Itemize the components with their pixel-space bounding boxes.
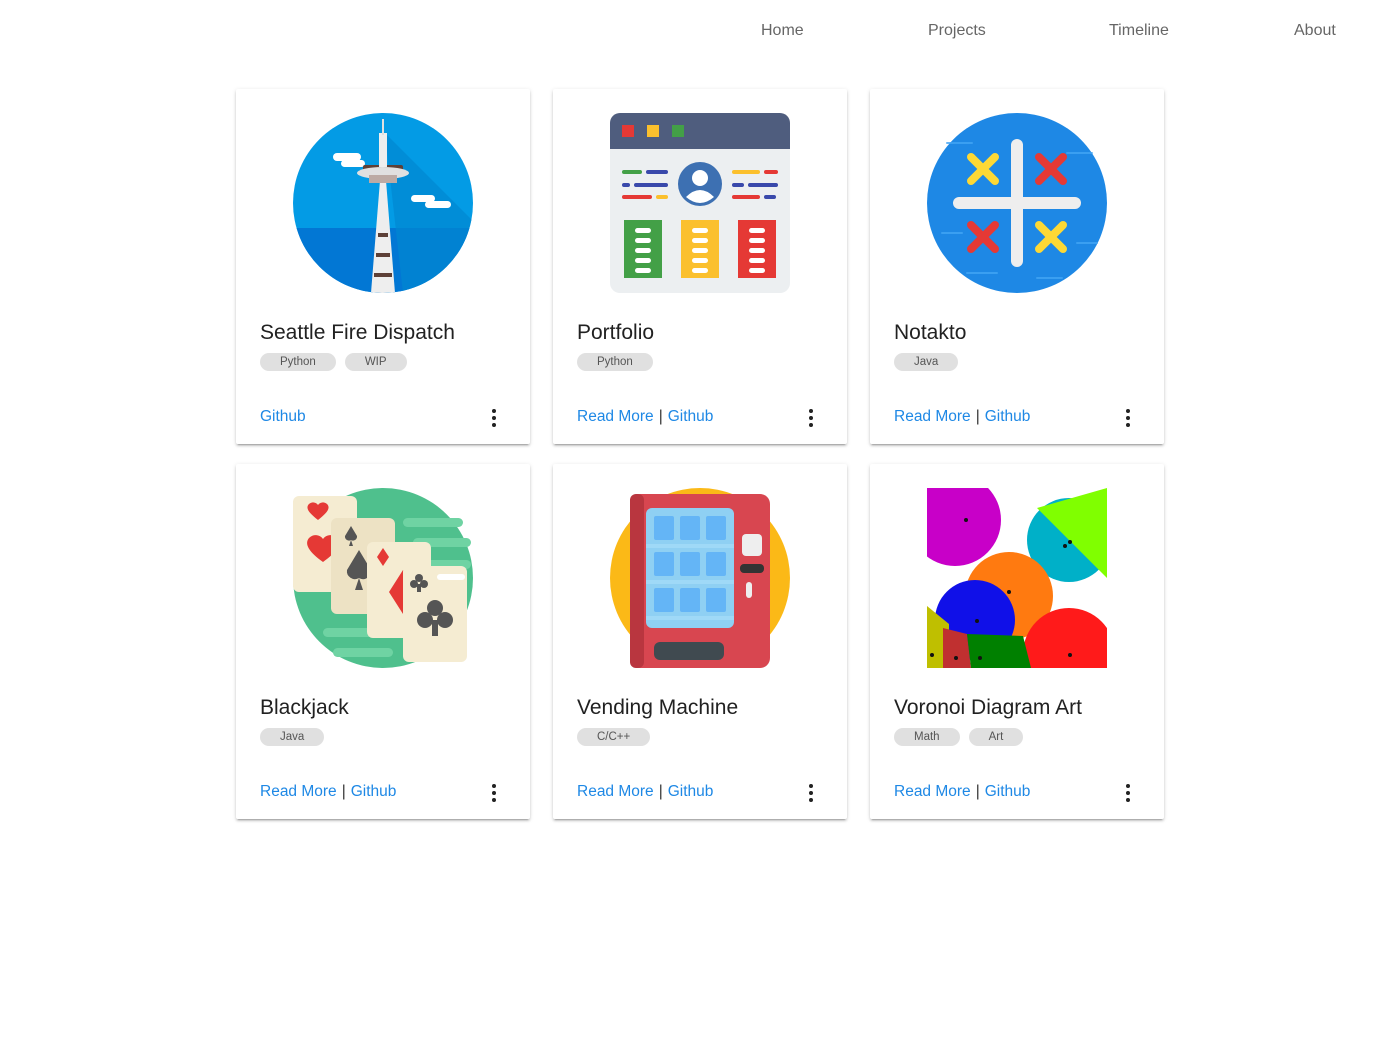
more-vert-icon [809,409,813,427]
link-separator: | [658,783,663,800]
read-more-link[interactable]: Read More [894,783,971,800]
read-more-link[interactable]: Read More [577,408,654,425]
more-options-button[interactable] [480,780,508,806]
nav-about-link[interactable]: About [1294,22,1336,40]
github-link[interactable]: Github [985,783,1031,800]
card-actions: Read More | Github [260,783,396,801]
more-options-button[interactable] [797,405,825,431]
web-profile-icon [610,113,790,293]
card-actions: Read More | Github [894,408,1030,426]
tag-chip: Math [894,728,960,746]
project-card-blackjack: Blackjack Java Read More | Github [236,464,530,819]
card-title: Voronoi Diagram Art [894,696,1082,719]
tag-chip: WIP [344,353,407,371]
more-options-button[interactable] [1114,405,1142,431]
tag-list: Python WIP [260,353,407,371]
card-actions: Read More | Github [894,783,1030,801]
project-card-vending-machine: Vending Machine C/C++ Read More | Github [553,464,847,819]
more-vert-icon [492,409,496,427]
github-link[interactable]: Github [985,408,1031,425]
space-needle-icon [293,113,473,293]
tag-chip: Java [894,353,959,371]
read-more-link[interactable]: Read More [577,783,654,800]
card-title: Notakto [894,321,967,344]
card-actions: Read More | Github [577,783,713,801]
tag-chip: C/C++ [577,728,651,746]
github-link[interactable]: Github [351,783,397,800]
vending-machine-icon [610,488,790,668]
nav-timeline-link[interactable]: Timeline [1109,22,1169,40]
tag-chip: Java [260,728,325,746]
more-vert-icon [809,784,813,802]
project-card-notakto: Notakto Java Read More | Github [870,89,1164,444]
project-card-portfolio: Portfolio Python Read More | Github [553,89,847,444]
read-more-link[interactable]: Read More [894,408,971,425]
more-vert-icon [1126,409,1130,427]
more-vert-icon [492,784,496,802]
tic-tac-toe-icon [927,113,1107,293]
playing-cards-icon [293,488,473,668]
nav-home-link[interactable]: Home [761,22,804,40]
github-link[interactable]: Github [260,408,306,425]
top-navigation: Home Projects Timeline About [0,0,1400,64]
link-separator: | [341,783,346,800]
card-title: Blackjack [260,696,349,719]
read-more-link[interactable]: Read More [260,783,337,800]
more-options-button[interactable] [480,405,508,431]
project-card-voronoi-diagram-art: Voronoi Diagram Art Math Art Read More | G… [870,464,1164,819]
tag-list: Math Art [894,728,1024,746]
card-actions: Github [260,408,306,426]
card-actions: Read More | Github [577,408,713,426]
tag-chip: Art [968,728,1024,746]
link-separator: | [975,783,980,800]
tag-list: Java [894,353,959,371]
more-options-button[interactable] [1114,780,1142,806]
nav-projects-link[interactable]: Projects [928,22,986,40]
tag-list: Python [577,353,653,371]
tag-chip: Python [260,353,336,371]
link-separator: | [975,408,980,425]
card-title: Vending Machine [577,696,739,719]
tag-list: Java [260,728,325,746]
github-link[interactable]: Github [668,783,714,800]
tag-list: C/C++ [577,728,651,746]
more-vert-icon [1126,784,1130,802]
card-title: Seattle Fire Dispatch [260,321,455,344]
project-card-seattle-fire-dispatch: Seattle Fire Dispatch Python WIP Github [236,89,530,444]
voronoi-diagram-icon [927,488,1107,668]
link-separator: | [658,408,663,425]
github-link[interactable]: Github [668,408,714,425]
more-options-button[interactable] [797,780,825,806]
card-title: Portfolio [577,321,655,344]
tag-chip: Python [577,353,653,371]
